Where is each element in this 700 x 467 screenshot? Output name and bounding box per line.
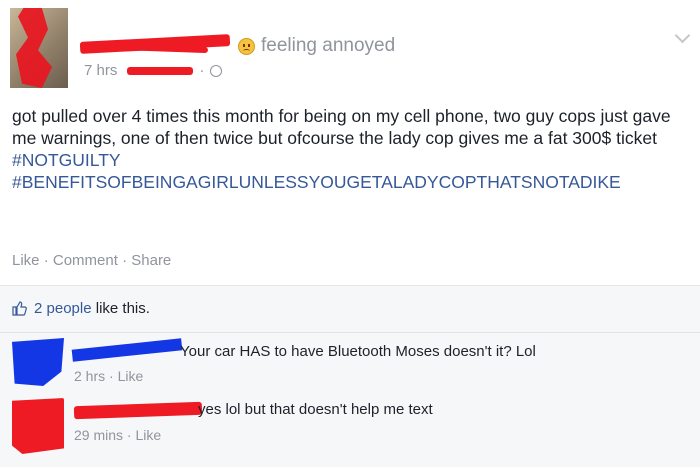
divider [0, 332, 700, 333]
comment-like-link[interactable]: Like [135, 427, 161, 443]
comment: yes lol but that doesn't help me text 29… [12, 398, 692, 458]
like-link[interactable]: Like [12, 252, 40, 269]
comment-time[interactable]: 2 hrs [74, 368, 105, 384]
separator: · [122, 252, 128, 269]
comment: Your car HAS to have Bluetooth Moses doe… [12, 338, 692, 393]
commenter-avatar[interactable] [12, 338, 64, 386]
commenter-avatar[interactable] [12, 398, 64, 454]
share-link[interactable]: Share [131, 252, 171, 269]
hashtag-benefits[interactable]: #BENEFITSOFBEINGAGIRLUNLESSYOUGETALADYCO… [12, 172, 621, 192]
redacted-commenter-name[interactable] [73, 401, 203, 420]
feedback-section: 2 people like this. Your car HAS to have… [0, 285, 700, 467]
profile-avatar[interactable] [10, 8, 68, 88]
annoyed-emoji-icon [238, 37, 255, 55]
thumbs-up-icon [12, 301, 27, 316]
post-card: feeling annoyed 7 hrs · got pulled over … [0, 0, 700, 285]
comment-meta: 29 mins · Like [74, 427, 162, 443]
redacted-commenter-name[interactable] [71, 338, 183, 362]
comment-meta: 2 hrs · Like [74, 368, 144, 384]
separator: · [43, 252, 49, 269]
post-timestamp[interactable]: 7 hrs [84, 62, 117, 79]
feeling-label: feeling annoyed [261, 35, 396, 56]
likes-suffix: like this. [91, 300, 150, 317]
comment-text: Your car HAS to have Bluetooth Moses doe… [180, 343, 536, 360]
redaction-scribble [16, 8, 52, 88]
post-options-chevron-icon[interactable] [674, 27, 691, 44]
globe-icon[interactable] [210, 64, 223, 77]
likes-summary: 2 people like this. [12, 300, 150, 317]
hashtag-notguilty[interactable]: #NOTGUILTY [12, 150, 121, 170]
comment-text: yes lol but that doesn't help me text [198, 401, 433, 418]
comment-link[interactable]: Comment [53, 252, 118, 269]
redacted-location [127, 66, 194, 75]
post-meta: 7 hrs · [84, 62, 223, 79]
feeling-status: feeling annoyed [238, 35, 395, 57]
likers-link[interactable]: 2 people [34, 300, 92, 317]
comment-time[interactable]: 29 mins [74, 427, 123, 443]
comment-like-link[interactable]: Like [118, 368, 144, 384]
post-actions: Like · Comment · Share [12, 252, 171, 269]
post-body: got pulled over 4 times this month for b… [12, 105, 692, 193]
post-text: got pulled over 4 times this month for b… [12, 106, 671, 148]
